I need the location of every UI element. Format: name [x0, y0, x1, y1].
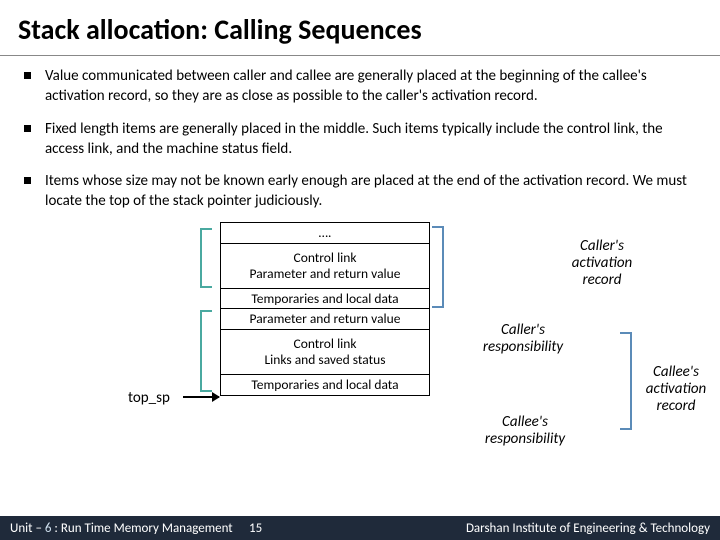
stack-cell-control-param: Control link Parameter and return value — [220, 243, 430, 289]
cell-line: Links and saved status — [225, 352, 425, 368]
bullet-text: Value communicated between caller and ca… — [45, 66, 696, 107]
footer-bar: Unit – 6 : Run Time Memory Management 15… — [0, 516, 720, 540]
footer-unit: Unit – 6 : Run Time Memory Management — [10, 521, 233, 536]
bullet-text: Fixed length items are generally placed … — [45, 119, 696, 160]
stack-cell-param2: Parameter and return value — [220, 308, 430, 330]
bullet-text: Items whose size may not be known early … — [45, 171, 696, 212]
stack-diagram: …. Control link Parameter and return val… — [0, 224, 720, 454]
bullet-item: Value communicated between caller and ca… — [24, 66, 696, 107]
bullet-icon — [24, 72, 31, 79]
stack-column: …. Control link Parameter and return val… — [220, 224, 430, 397]
unit-suffix: : Run Time Memory Management — [51, 521, 232, 536]
footer-institute: Darshan Institute of Engineering & Techn… — [279, 521, 710, 536]
label-callee-ar: Callee's activation record — [636, 364, 716, 416]
stack-cell-temp1: Temporaries and local data — [220, 288, 430, 310]
bullet-icon — [24, 125, 31, 132]
top-sp-label: top_sp — [128, 389, 170, 407]
stack-cell-control-links: Control link Links and saved status — [220, 329, 430, 375]
bullet-icon — [24, 177, 31, 184]
unit-prefix: Unit – — [10, 521, 45, 536]
bracket-callee-ar — [620, 332, 632, 430]
cell-line: Control link — [225, 336, 425, 352]
stack-cell-ellipsis: …. — [220, 222, 430, 244]
bracket-caller-ar — [432, 226, 444, 308]
bracket-left-lower — [200, 310, 212, 392]
label-caller-resp: Caller's responsibility — [468, 322, 578, 357]
cell-line: Parameter and return value — [225, 266, 425, 282]
slide-title: Stack allocation: Calling Sequences — [0, 0, 720, 56]
bracket-left-upper — [200, 228, 212, 288]
cell-line: Control link — [225, 250, 425, 266]
footer-page: 15 — [233, 521, 279, 536]
label-callee-resp: Callee's responsibility — [470, 414, 580, 449]
bullet-item: Items whose size may not be known early … — [24, 171, 696, 212]
arrow-icon — [183, 396, 219, 398]
bullet-item: Fixed length items are generally placed … — [24, 119, 696, 160]
stack-cell-temp2: Temporaries and local data — [220, 374, 430, 396]
label-caller-ar: Caller's activation record — [562, 238, 642, 290]
bullet-list: Value communicated between caller and ca… — [0, 56, 720, 212]
